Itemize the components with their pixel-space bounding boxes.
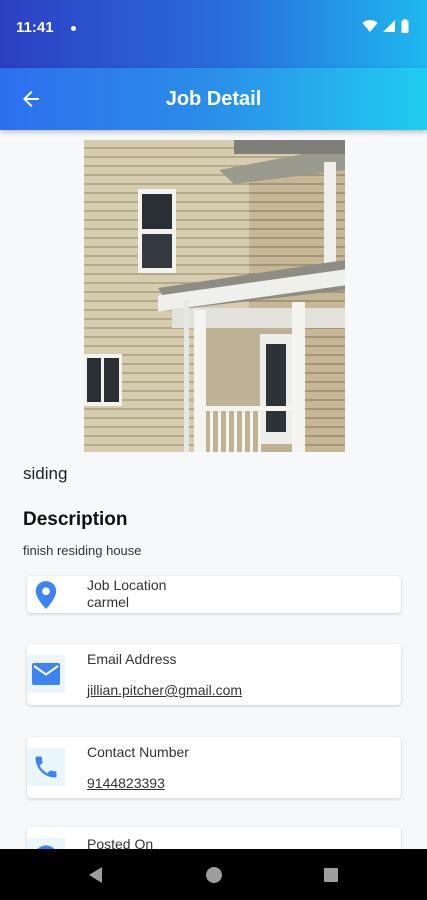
status-icons bbox=[362, 19, 409, 33]
job-detail-content[interactable]: siding Description finish residing house… bbox=[0, 130, 427, 849]
cell-signal-icon bbox=[383, 20, 395, 32]
nav-recents-button[interactable] bbox=[319, 863, 343, 887]
status-time: 11:41 bbox=[16, 19, 54, 36]
job-location-value: carmel bbox=[87, 594, 130, 610]
phone-icon bbox=[35, 756, 57, 778]
mail-icon bbox=[32, 663, 60, 685]
status-bar: 11:41 bbox=[0, 0, 427, 68]
contact-number-label: Contact Number bbox=[87, 744, 189, 760]
location-pin-icon bbox=[35, 581, 57, 609]
description-text: finish residing house bbox=[23, 543, 142, 558]
square-recents-icon bbox=[324, 868, 338, 882]
triangle-back-icon bbox=[89, 867, 102, 883]
nav-back-button[interactable] bbox=[84, 863, 108, 887]
nav-home-button[interactable] bbox=[202, 863, 226, 887]
contact-number-card[interactable]: Contact Number 9144823393 bbox=[27, 737, 401, 798]
phone-icon-box bbox=[27, 748, 65, 786]
phone-link[interactable]: 9144823393 bbox=[87, 775, 165, 791]
app-bar: Job Detail bbox=[0, 68, 427, 130]
job-photo bbox=[84, 140, 345, 452]
circle-home-icon bbox=[206, 867, 222, 883]
posted-icon-box bbox=[27, 838, 65, 849]
email-card[interactable]: Email Address jillian.pitcher@gmail.com bbox=[27, 644, 401, 705]
notification-dot-icon bbox=[71, 26, 76, 31]
wifi-icon bbox=[362, 20, 378, 32]
job-location-label: Job Location bbox=[87, 577, 167, 593]
email-link[interactable]: jillian.pitcher@gmail.com bbox=[87, 682, 242, 698]
page-title: Job Detail bbox=[165, 88, 262, 110]
email-icon-box bbox=[27, 655, 65, 693]
posted-on-label: Posted On bbox=[87, 836, 154, 849]
email-label: Email Address bbox=[87, 651, 177, 667]
job-title: siding bbox=[23, 464, 68, 483]
description-heading: Description bbox=[23, 509, 128, 530]
battery-icon bbox=[401, 19, 409, 33]
job-location-card[interactable]: Job Location carmel bbox=[27, 576, 401, 613]
location-icon-box bbox=[27, 576, 65, 614]
system-navigation-bar bbox=[0, 849, 427, 900]
house-siding-image bbox=[84, 140, 345, 452]
posted-on-card[interactable]: Posted On bbox=[27, 827, 401, 849]
